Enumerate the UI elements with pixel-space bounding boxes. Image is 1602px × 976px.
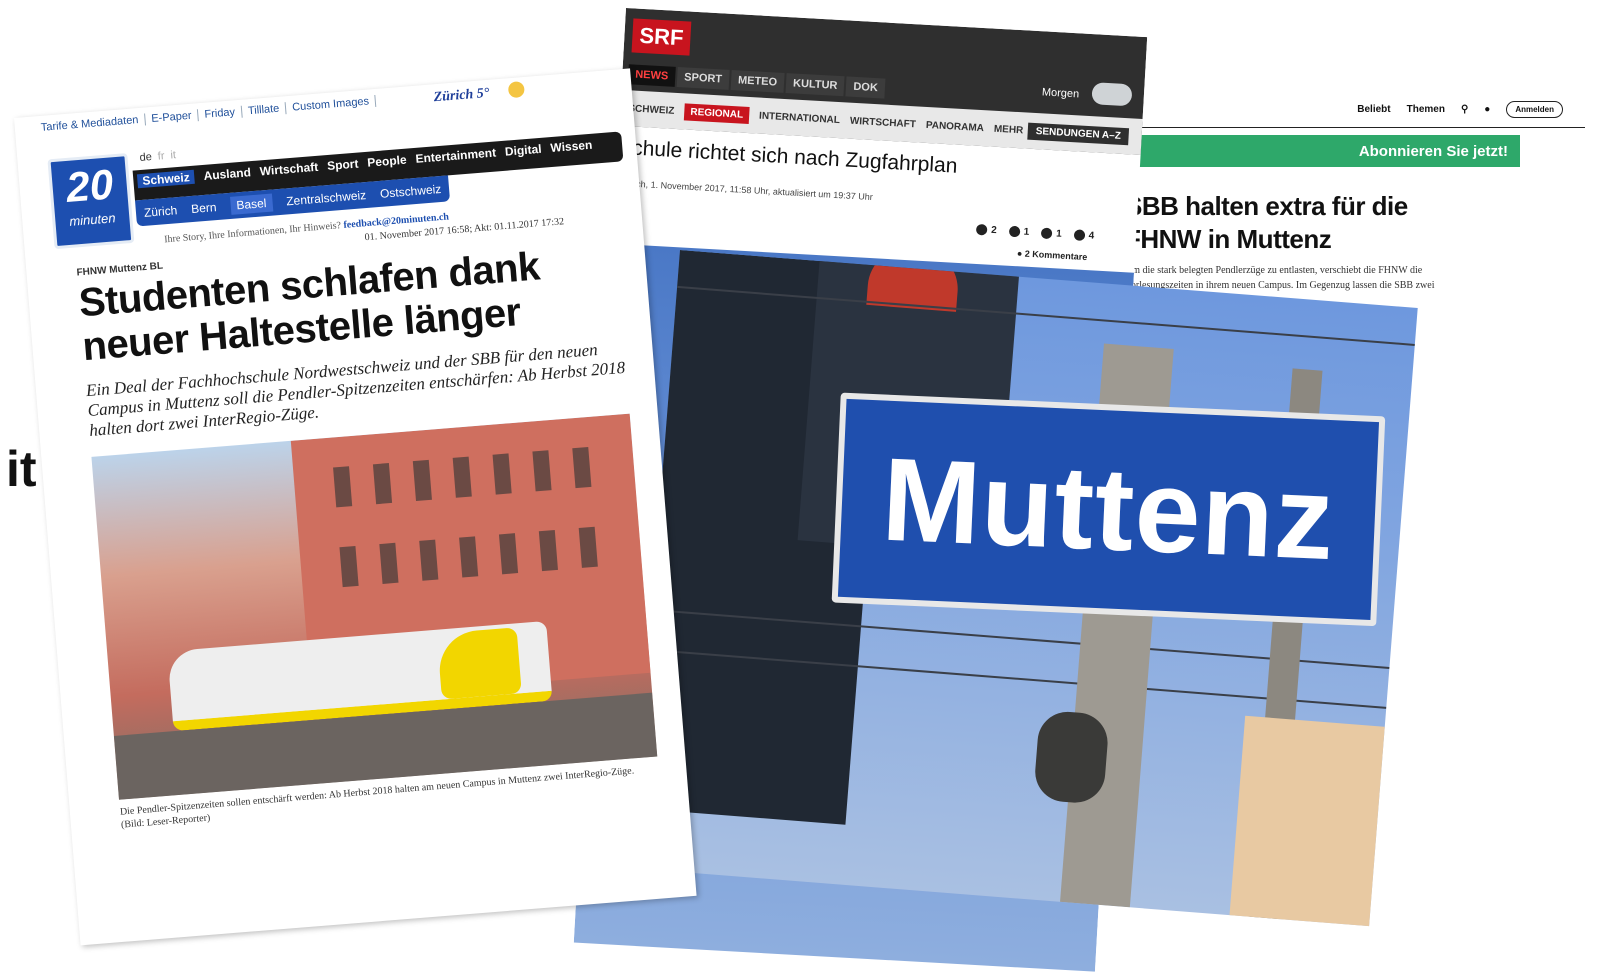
google-share[interactable]: 1 xyxy=(1040,227,1062,240)
whatsapp-icon xyxy=(1073,229,1086,241)
building-window xyxy=(379,542,399,584)
top-links: Tarife & Mediadaten E-Paper Friday Tilll… xyxy=(34,94,377,135)
subnav-international[interactable]: INTERNATIONAL xyxy=(759,110,840,126)
building-window xyxy=(498,533,519,575)
srf-header: SRF Morgen NEWS SPORT METEO KULTUR DOK S… xyxy=(619,8,1148,155)
nav-themen[interactable]: Themen xyxy=(1407,104,1445,115)
tab-meteo[interactable]: METEO xyxy=(730,69,785,93)
building-window xyxy=(419,539,439,581)
search-icon[interactable]: ⚲ xyxy=(1461,104,1468,115)
link-friday[interactable]: Friday xyxy=(198,105,243,122)
subnav-wirtschaft[interactable]: WIRTSCHAFT xyxy=(850,115,917,130)
station-sign: Muttenz xyxy=(831,392,1386,627)
loudspeaker xyxy=(1032,709,1110,805)
20min-logo[interactable]: 20 minuten xyxy=(47,153,135,250)
lang-de[interactable]: de xyxy=(139,151,152,164)
building-window xyxy=(532,450,552,492)
subnav-zentralschweiz[interactable]: Zentralschweiz xyxy=(286,188,367,208)
20min-article-card: Tarife & Mediadaten E-Paper Friday Tilll… xyxy=(14,68,697,946)
whatsapp-share[interactable]: 4 xyxy=(1073,229,1095,242)
building-window xyxy=(578,526,598,568)
tab-news[interactable]: NEWS xyxy=(627,64,676,87)
building-window xyxy=(412,459,432,501)
nav-beliebt[interactable]: Beliebt xyxy=(1357,104,1390,115)
building-window xyxy=(572,447,592,489)
third-header: Beliebt Themen ⚲ ● Anmelden xyxy=(1125,95,1585,128)
story-prompt-text: Ihre Story, Ihre Informationen, Ihr Hinw… xyxy=(163,220,342,246)
cloud-icon xyxy=(1091,82,1133,107)
stray-text: it xyxy=(6,441,37,497)
twitter-share[interactable]: 1 xyxy=(1008,225,1030,238)
google-plus-icon xyxy=(1040,227,1053,240)
nav-sport[interactable]: Sport xyxy=(327,157,359,173)
third-nav: Beliebt Themen ⚲ ● Anmelden xyxy=(1357,101,1563,118)
srf-article-date: twoch, 1. November 2017, 11:58 Uhr, aktu… xyxy=(621,178,874,203)
station-sign-text: Muttenz xyxy=(879,433,1338,586)
comments-link[interactable]: ● 2 Kommentare xyxy=(1017,248,1088,262)
building-window xyxy=(339,545,359,588)
subnav-bern[interactable]: Bern xyxy=(191,200,217,216)
weather-widget[interactable]: Zürich 5° xyxy=(433,86,490,106)
link-custom-images[interactable]: Custom Images xyxy=(285,94,377,115)
srf-weather-label: Morgen xyxy=(1041,86,1080,101)
building-window xyxy=(492,453,512,495)
subscribe-banner[interactable]: Abonnieren Sie jetzt! xyxy=(1125,135,1520,167)
sun-icon xyxy=(507,81,525,99)
twitter-icon xyxy=(1008,225,1020,238)
building-window xyxy=(459,536,479,578)
building-window xyxy=(333,466,353,508)
subnav-zurich[interactable]: Zürich xyxy=(143,203,177,220)
muttenz-sign-photo: Muttenz xyxy=(631,250,1418,927)
tab-sport[interactable]: SPORT xyxy=(676,66,730,90)
beige-house xyxy=(1227,715,1405,927)
article-photo-train xyxy=(91,413,658,800)
subnav-mehr[interactable]: MEHR xyxy=(994,123,1024,136)
link-epaper[interactable]: E-Paper xyxy=(144,109,200,126)
logo-number: 20 xyxy=(64,160,115,211)
building-window xyxy=(452,456,472,498)
link-tilllate[interactable]: Tilllate xyxy=(241,102,287,118)
link-tarife[interactable]: Tarife & Mediadaten xyxy=(34,113,146,135)
srf-social-bar: 2 1 1 4 xyxy=(975,223,1095,242)
subnav-schweiz[interactable]: SCHWEIZ xyxy=(628,103,675,117)
nav-digital[interactable]: Digital xyxy=(504,142,542,159)
srf-logo[interactable]: SRF xyxy=(631,18,692,56)
subnav-panorama[interactable]: PANORAMA xyxy=(926,119,985,133)
lang-fr[interactable]: fr xyxy=(157,150,165,163)
facebook-share[interactable]: 2 xyxy=(975,223,997,236)
login-button[interactable]: Anmelden xyxy=(1506,101,1563,118)
facebook-icon xyxy=(975,223,988,236)
subnav-ostschweiz[interactable]: Ostschweiz xyxy=(379,182,441,201)
building-window xyxy=(538,529,558,572)
tab-dok[interactable]: DOK xyxy=(845,76,886,99)
language-switch: de fr it xyxy=(139,149,176,164)
bell-icon[interactable]: ● xyxy=(1484,104,1490,115)
srf-article-title: Schule richtet sich nach Zugfahrplan xyxy=(617,135,959,178)
building-window xyxy=(372,463,393,505)
third-article-title: SBB halten extra für die FHNW in Muttenz xyxy=(1125,191,1408,254)
subnav-regional[interactable]: REGIONAL xyxy=(683,102,750,124)
subnav-basel[interactable]: Basel xyxy=(229,193,274,215)
lang-it[interactable]: it xyxy=(170,149,176,161)
tab-kultur[interactable]: KULTUR xyxy=(785,73,845,97)
